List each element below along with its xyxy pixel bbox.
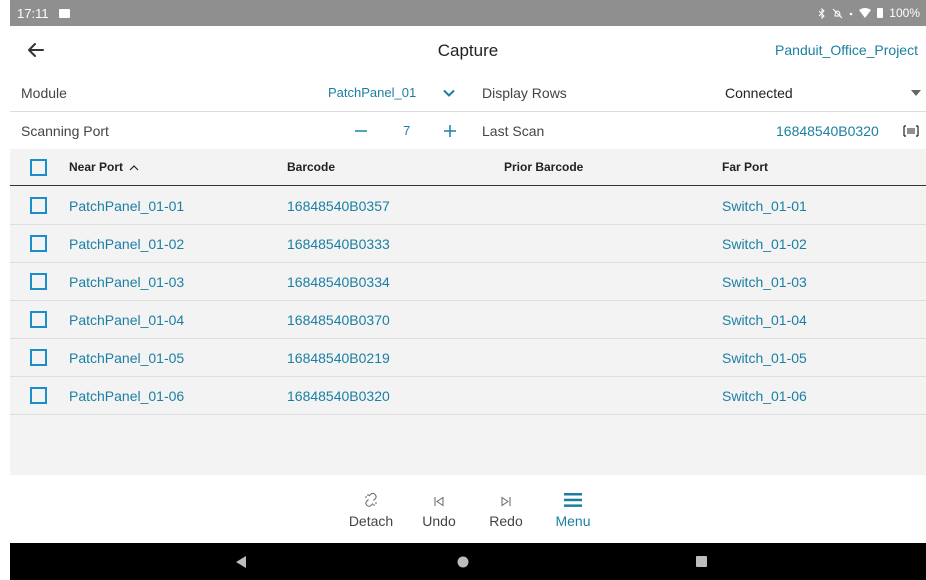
row-checkbox[interactable] xyxy=(30,349,47,366)
barcode-cell: 16848540B0219 xyxy=(287,349,390,366)
table-row[interactable]: PatchPanel_01-03 16848540B0334 Switch_01… xyxy=(10,263,926,301)
barcode-cell: 16848540B0357 xyxy=(287,197,390,214)
redo-button[interactable]: Redo xyxy=(476,485,536,529)
module-field[interactable]: Module PatchPanel_01 xyxy=(10,74,472,112)
redo-icon xyxy=(501,496,511,507)
far-port-cell: Switch_01-05 xyxy=(722,349,807,366)
module-value: PatchPanel_01 xyxy=(328,85,417,100)
far-port-header[interactable]: Far Port xyxy=(722,160,768,174)
near-port-cell: PatchPanel_01-05 xyxy=(69,349,185,366)
scanning-port-value: 7 xyxy=(403,123,411,138)
minus-icon[interactable] xyxy=(354,124,368,138)
detach-button[interactable]: Detach xyxy=(341,485,401,529)
nav-home-button[interactable] xyxy=(443,543,483,580)
table-row[interactable]: PatchPanel_01-05 16848540B0219 Switch_01… xyxy=(10,339,926,377)
module-row: Module PatchPanel_01 Display Rows Connec… xyxy=(10,74,926,112)
last-scan-field: Last Scan 16848540B0320 xyxy=(472,112,926,150)
row-checkbox[interactable] xyxy=(30,273,47,290)
nav-back-button[interactable] xyxy=(221,543,261,580)
barcode-scan-icon[interactable] xyxy=(903,124,919,137)
plus-icon[interactable] xyxy=(443,124,457,138)
scanning-port-field: Scanning Port 7 xyxy=(10,112,472,150)
gallery-notification-icon xyxy=(58,8,70,18)
sort-up-icon xyxy=(129,164,139,170)
nav-recents-icon xyxy=(695,556,707,567)
battery-percent: 100% xyxy=(889,6,920,20)
display-rows-value: Connected xyxy=(725,84,793,101)
status-time: 17:11 xyxy=(17,5,49,21)
barcode-cell: 16848540B0370 xyxy=(287,311,390,328)
row-checkbox[interactable] xyxy=(30,311,47,328)
near-port-header-label: Near Port xyxy=(69,160,124,174)
table-row[interactable]: PatchPanel_01-06 16848540B0320 Switch_01… xyxy=(10,377,926,415)
table-row[interactable]: PatchPanel_01-02 16848540B0333 Switch_01… xyxy=(10,225,926,263)
menu-icon xyxy=(564,493,582,507)
far-port-cell: Switch_01-02 xyxy=(722,235,807,252)
menu-label: Menu xyxy=(555,513,591,529)
battery-icon xyxy=(877,8,884,18)
far-port-cell: Switch_01-03 xyxy=(722,273,807,290)
status-bar: 17:11 100% xyxy=(10,0,926,26)
data-activity-icon xyxy=(849,12,853,15)
barcode-cell: 16848540B0334 xyxy=(287,273,390,290)
chevron-down-icon[interactable] xyxy=(442,86,456,100)
app-bar: Capture Panduit_Office_Project xyxy=(10,26,926,74)
near-port-cell: PatchPanel_01-01 xyxy=(69,197,185,214)
row-checkbox[interactable] xyxy=(30,235,47,252)
table-header: Near Port Barcode Prior Barcode Far Port xyxy=(10,149,926,186)
far-port-cell: Switch_01-04 xyxy=(722,311,807,328)
last-scan-label: Last Scan xyxy=(482,122,545,139)
bluetooth-icon xyxy=(818,7,826,19)
display-rows-label: Display Rows xyxy=(482,84,567,101)
redo-label: Redo xyxy=(489,513,523,529)
mute-icon xyxy=(832,8,843,18)
system-nav-bar xyxy=(10,543,926,580)
far-port-cell: Switch_01-01 xyxy=(722,197,807,214)
dropdown-triangle-icon[interactable] xyxy=(911,89,921,96)
last-scan-value: 16848540B0320 xyxy=(776,122,879,139)
barcode-cell: 16848540B0320 xyxy=(287,387,390,404)
nav-back-icon xyxy=(236,555,246,568)
barcode-header[interactable]: Barcode xyxy=(287,160,335,174)
module-label: Module xyxy=(21,84,67,101)
table-row[interactable]: PatchPanel_01-04 16848540B0370 Switch_01… xyxy=(10,301,926,339)
ports-table: Near Port Barcode Prior Barcode Far Port… xyxy=(10,149,926,475)
table-row[interactable]: PatchPanel_01-01 16848540B0357 Switch_01… xyxy=(10,187,926,225)
bottom-toolbar: Detach Undo Redo Menu xyxy=(10,475,926,543)
undo-icon xyxy=(434,496,444,507)
menu-button[interactable]: Menu xyxy=(543,485,603,529)
row-checkbox[interactable] xyxy=(30,387,47,404)
select-all-checkbox[interactable] xyxy=(30,159,47,176)
display-rows-field[interactable]: Display Rows Connected xyxy=(472,74,926,112)
nav-home-icon xyxy=(457,556,469,567)
prior-barcode-header[interactable]: Prior Barcode xyxy=(504,160,583,174)
row-checkbox[interactable] xyxy=(30,197,47,214)
near-port-cell: PatchPanel_01-03 xyxy=(69,273,185,290)
far-port-cell: Switch_01-06 xyxy=(722,387,807,404)
scanning-port-label: Scanning Port xyxy=(21,122,109,139)
near-port-cell: PatchPanel_01-06 xyxy=(69,387,185,404)
barcode-cell: 16848540B0333 xyxy=(287,235,390,252)
wifi-icon xyxy=(859,8,872,18)
project-link[interactable]: Panduit_Office_Project xyxy=(775,42,918,58)
near-port-cell: PatchPanel_01-02 xyxy=(69,235,185,252)
back-arrow-icon[interactable] xyxy=(24,38,48,62)
nav-recents-button[interactable] xyxy=(681,543,721,580)
detach-icon xyxy=(365,493,377,507)
undo-button[interactable]: Undo xyxy=(409,485,469,529)
near-port-header[interactable]: Near Port xyxy=(69,160,139,174)
near-port-cell: PatchPanel_01-04 xyxy=(69,311,185,328)
detach-label: Detach xyxy=(348,513,394,529)
scanning-row: Scanning Port 7 Last Scan 16848540B0320 xyxy=(10,112,926,150)
undo-label: Undo xyxy=(422,513,456,529)
